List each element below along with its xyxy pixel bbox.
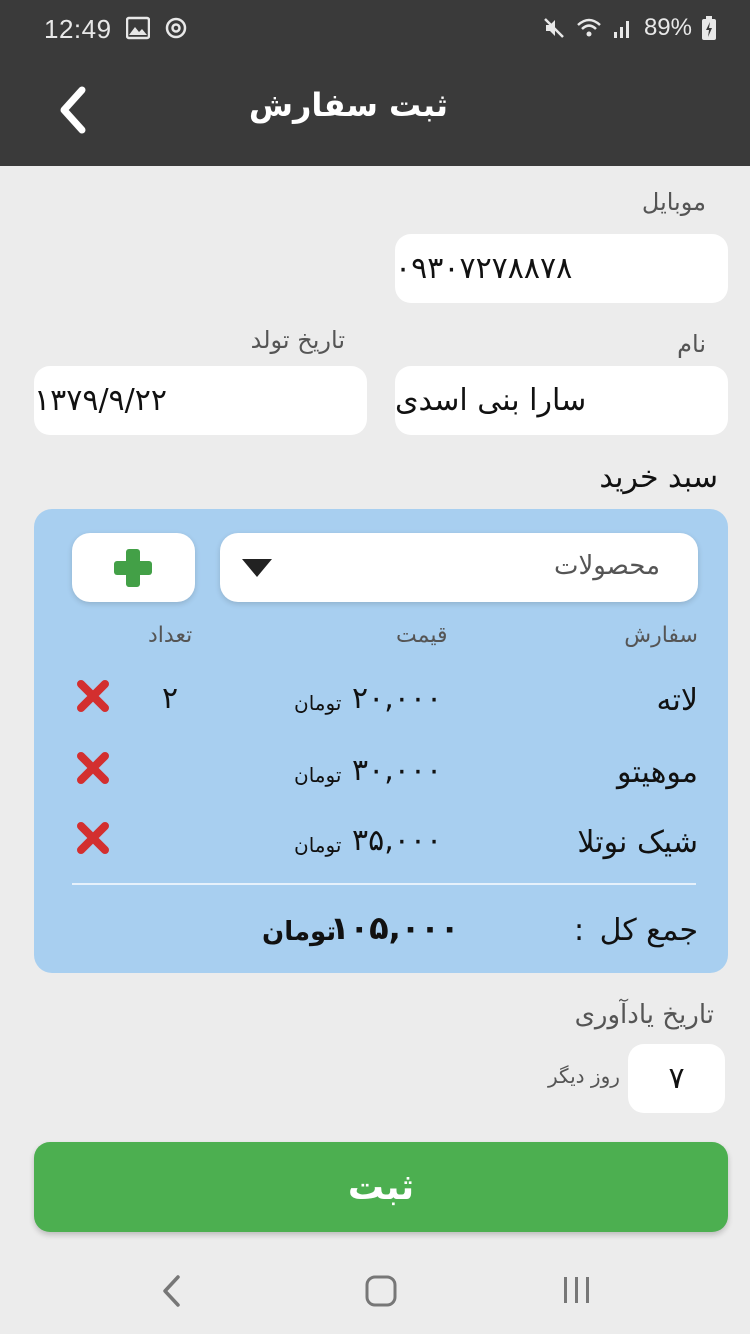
reminder-days-field[interactable]: ۷ bbox=[628, 1044, 725, 1113]
delete-icon[interactable] bbox=[76, 679, 110, 713]
total-colon: : bbox=[574, 913, 585, 948]
column-price: قیمت bbox=[396, 623, 448, 648]
cart-panel: محصولات سفارش قیمت تعداد لاته ۲۰,۰۰۰ توم… bbox=[34, 509, 728, 973]
name-label: نام bbox=[677, 330, 706, 358]
item-price: ۳۰,۰۰۰ bbox=[352, 753, 443, 788]
page-title: ثبت سفارش bbox=[248, 86, 448, 124]
image-icon bbox=[126, 16, 150, 40]
recents-nav-icon[interactable] bbox=[560, 1274, 594, 1306]
caret-down-icon bbox=[242, 559, 272, 577]
status-left-icons bbox=[126, 16, 188, 40]
dropdown-label: محصولات bbox=[554, 551, 660, 581]
chevron-left-icon[interactable] bbox=[56, 84, 92, 136]
mobile-value: ۰۹۳۰۷۲۷۸۸۷۸ bbox=[395, 251, 573, 286]
cart-row: شیک نوتلا ۳۵,۰۰۰ تومان bbox=[34, 817, 728, 877]
delete-icon[interactable] bbox=[76, 821, 110, 855]
plus-icon bbox=[114, 549, 152, 587]
item-qty: ۲ bbox=[162, 681, 179, 716]
total-label: جمع کل bbox=[599, 913, 698, 948]
app-bar: ثبت سفارش bbox=[0, 58, 750, 166]
home-nav-icon[interactable] bbox=[364, 1274, 398, 1308]
sync-icon bbox=[165, 17, 187, 39]
status-bar: 12:49 89% bbox=[0, 0, 750, 58]
delete-icon[interactable] bbox=[76, 751, 110, 785]
total-value: ۱۰۵,۰۰۰ bbox=[330, 909, 460, 947]
cart-row: لاته ۲۰,۰۰۰ تومان ۲ bbox=[34, 675, 728, 735]
status-right-icons: 89% bbox=[542, 14, 716, 42]
system-nav-bar bbox=[0, 1248, 750, 1334]
back-nav-icon[interactable] bbox=[158, 1274, 186, 1308]
add-product-button[interactable] bbox=[72, 533, 195, 602]
name-value: سارا بنی اسدی bbox=[395, 383, 587, 418]
item-name: موهیتو bbox=[617, 755, 698, 790]
item-currency: تومان bbox=[294, 833, 342, 857]
status-time: 12:49 bbox=[44, 14, 112, 44]
name-field[interactable]: سارا بنی اسدی bbox=[395, 366, 728, 435]
submit-label: ثبت bbox=[347, 1166, 415, 1208]
total-currency: تومان bbox=[262, 917, 337, 947]
signal-icon bbox=[613, 21, 629, 38]
reminder-label: تاریخ یادآوری bbox=[574, 1000, 714, 1030]
item-price: ۲۰,۰۰۰ bbox=[352, 681, 443, 716]
reminder-days-value: ۷ bbox=[668, 1061, 685, 1096]
cart-row: موهیتو ۳۰,۰۰۰ تومان bbox=[34, 747, 728, 807]
column-order: سفارش bbox=[624, 623, 698, 648]
birth-date-field[interactable]: ۱۳۷۹/۹/۲۲ bbox=[34, 366, 367, 435]
cart-title: سبد خرید bbox=[599, 460, 718, 495]
cart-divider bbox=[72, 883, 696, 885]
mobile-field[interactable]: ۰۹۳۰۷۲۷۸۸۷۸ bbox=[395, 234, 728, 303]
item-currency: تومان bbox=[294, 691, 342, 715]
products-dropdown[interactable]: محصولات bbox=[220, 533, 698, 602]
reminder-unit: روز دیگر bbox=[548, 1064, 620, 1088]
item-price: ۳۵,۰۰۰ bbox=[352, 823, 443, 858]
birth-date-label: تاریخ تولد bbox=[250, 326, 345, 354]
wifi-icon bbox=[577, 18, 601, 37]
birth-date-value: ۱۳۷۹/۹/۲۲ bbox=[34, 383, 168, 418]
mute-icon bbox=[544, 18, 564, 38]
battery-percent: 89% bbox=[643, 14, 692, 41]
item-name: لاته bbox=[656, 683, 698, 718]
mobile-label: موبایل bbox=[641, 188, 706, 216]
submit-button[interactable]: ثبت bbox=[34, 1142, 728, 1232]
column-qty: تعداد bbox=[148, 623, 193, 648]
item-name: شیک نوتلا bbox=[577, 825, 698, 860]
item-currency: تومان bbox=[294, 763, 342, 787]
battery-icon bbox=[702, 16, 716, 40]
